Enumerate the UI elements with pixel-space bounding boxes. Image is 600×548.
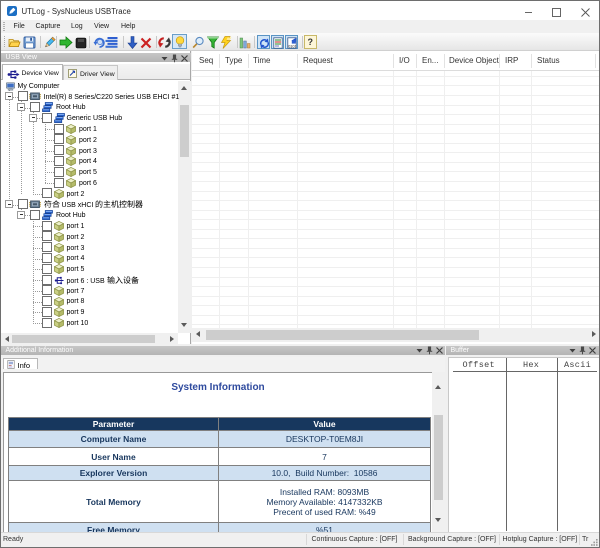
- svg-text:0101: 0101: [288, 44, 296, 48]
